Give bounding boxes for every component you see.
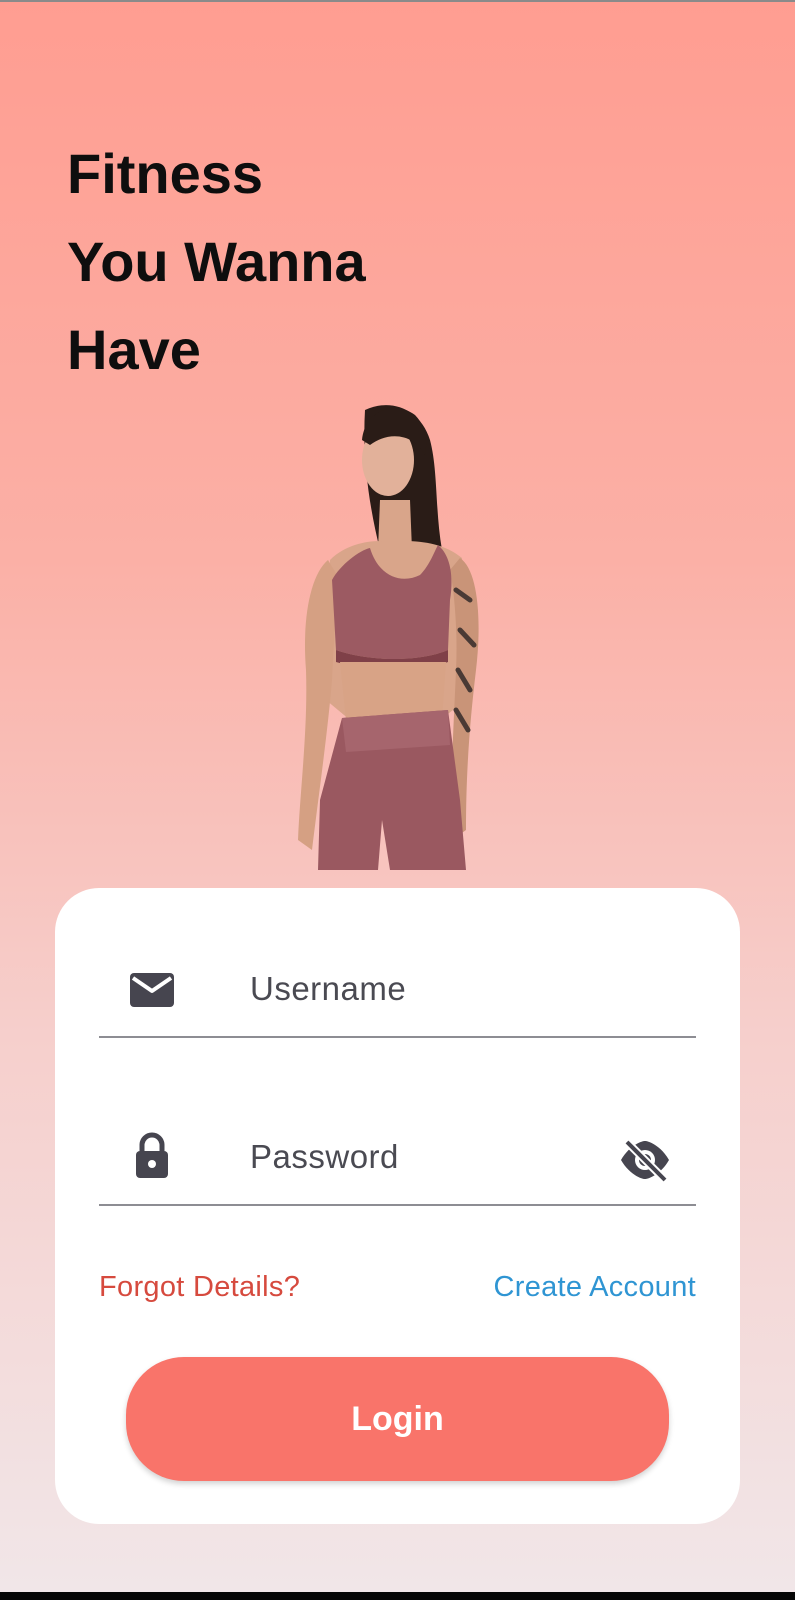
mail-icon — [130, 973, 174, 1007]
create-account-link[interactable]: Create Account — [494, 1271, 697, 1304]
login-card: Username Password Forgot Details? Create… — [55, 888, 740, 1524]
headline-line-2: You Wanna — [67, 230, 366, 293]
password-placeholder[interactable]: Password — [250, 1138, 399, 1176]
username-placeholder[interactable]: Username — [250, 970, 406, 1008]
headline: Fitness You Wanna Have — [67, 130, 487, 394]
forgot-details-link[interactable]: Forgot Details? — [99, 1271, 300, 1304]
eye-off-icon[interactable] — [619, 1138, 671, 1182]
fitness-model-image — [298, 405, 479, 870]
login-button[interactable]: Login — [126, 1357, 669, 1481]
username-field[interactable]: Username — [99, 918, 696, 1038]
headline-line-3: Have — [67, 318, 201, 381]
auth-links: Forgot Details? Create Account — [99, 1271, 696, 1311]
headline-line-1: Fitness — [67, 142, 264, 205]
password-field[interactable]: Password — [99, 1086, 696, 1206]
login-screen: Fitness You Wanna Have Username Password… — [0, 0, 795, 1592]
status-divider — [0, 0, 795, 2]
system-nav-bar — [0, 1592, 795, 1600]
lock-icon — [136, 1132, 168, 1178]
